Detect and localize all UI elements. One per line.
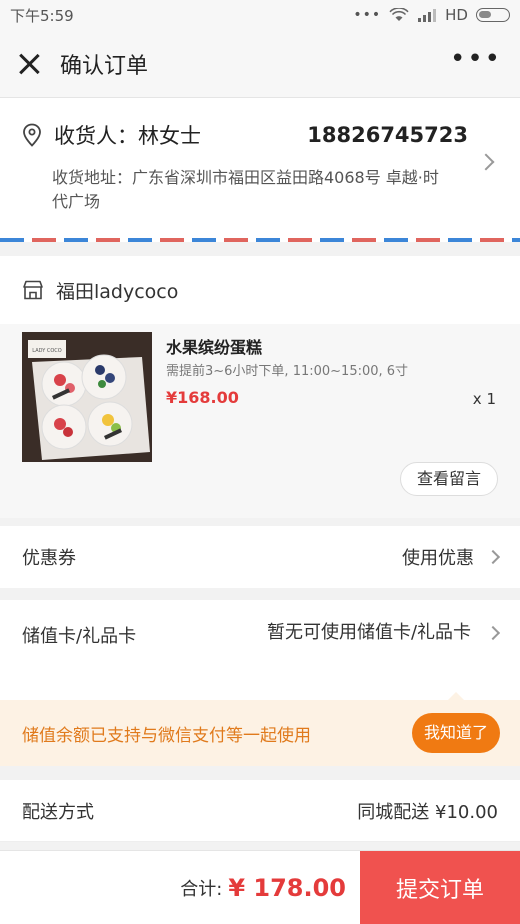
wifi-icon (389, 8, 409, 21)
more-options-icon[interactable]: ••• (450, 46, 502, 82)
giftcard-value: 暂无可使用储值卡/礼品卡 (266, 622, 472, 643)
battery-icon (476, 8, 510, 22)
recipient-phone: 18826745723 (307, 123, 468, 147)
checkout-bar: 合计: ¥ 178.00 提交订单 (0, 850, 520, 924)
coupon-label: 优惠券 (22, 548, 76, 569)
chevron-right-icon (485, 625, 501, 641)
shop-header: 福田ladycoco (0, 256, 520, 324)
network-type: HD (445, 6, 468, 24)
submit-order-button[interactable]: 提交订单 (360, 850, 520, 924)
product-item: LADY COCO 水果缤纷蛋糕 需提前3~6小时下单, 11:00~15:00… (0, 324, 520, 518)
shop-icon (23, 280, 43, 300)
giftcard-row[interactable]: 储值卡/礼品卡 暂无可使用储值卡/礼品卡 (0, 600, 520, 700)
coupon-value: 使用优惠 (402, 548, 474, 569)
delivery-label: 配送方式 (22, 801, 94, 823)
product-image-brand-label: LADY COCO (32, 348, 61, 354)
coupon-row[interactable]: 优惠券 使用优惠 (0, 526, 520, 588)
shipping-address-card[interactable]: 收货人：林女士 18826745723 收货地址：广东省深圳市福田区益田路406… (0, 98, 520, 238)
giftcard-label: 储值卡/礼品卡 (22, 626, 137, 647)
delivery-row[interactable]: 配送方式 同城配送 ¥10.00 (0, 780, 520, 842)
page-title: 确认订单 (60, 53, 149, 79)
delivery-value: 同城配送 ¥10.00 (357, 801, 498, 823)
product-price: ¥168.00 (166, 388, 239, 407)
balance-tip-banner: 储值余额已支持与微信支付等一起使用 我知道了 (0, 692, 520, 766)
address-detail: 收货地址：广东省深圳市福田区益田路4068号 卓越·时代广场 (52, 168, 439, 211)
product-quantity: x 1 (472, 390, 496, 408)
view-note-button[interactable]: 查看留言 (399, 462, 498, 496)
nav-bar: 确认订单 ••• (0, 30, 520, 98)
product-name: 水果缤纷蛋糕 (166, 338, 263, 357)
status-icons: ••• HD (353, 6, 510, 24)
close-icon[interactable] (18, 53, 40, 75)
got-it-button[interactable]: 我知道了 (411, 713, 500, 753)
address-divider-stripe (0, 238, 520, 242)
recipient-name: 收货人：林女士 (54, 124, 201, 148)
total-amount: ¥ 178.00 (228, 873, 346, 902)
chevron-right-icon (477, 153, 495, 171)
shop-name: 福田ladycoco (56, 280, 179, 303)
chevron-right-icon (485, 549, 501, 565)
status-time: 下午5:59 (10, 6, 74, 25)
product-spec: 需提前3~6小时下单, 11:00~15:00, 6寸 (166, 364, 409, 379)
tip-text: 储值余额已支持与微信支付等一起使用 (22, 725, 311, 746)
signal-icon (418, 9, 437, 22)
notification-dots-icon: ••• (353, 7, 382, 23)
location-pin-icon (23, 123, 41, 147)
status-bar: 下午5:59 ••• HD (0, 0, 520, 30)
total-label: 合计: (180, 878, 223, 900)
product-image: LADY COCO (22, 332, 152, 462)
